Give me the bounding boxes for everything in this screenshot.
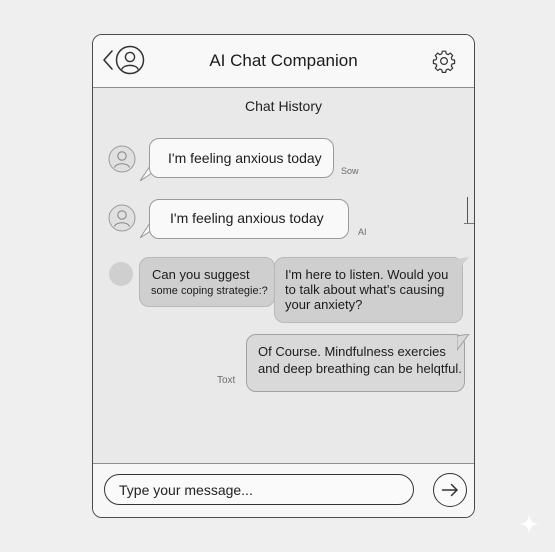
- message-bubble: I'm feeling anxious today: [149, 199, 349, 239]
- user-avatar-icon[interactable]: [115, 45, 145, 75]
- message-bubble: I'm here to listen. Would you to talk ab…: [274, 257, 463, 323]
- message-text: I'm here to listen. Would you: [285, 267, 449, 282]
- chat-history-label: Chat History: [244, 98, 323, 114]
- app-header: AI Chat Companion: [93, 35, 474, 88]
- message-text: and deep breathing can be helqtful.: [258, 361, 462, 376]
- avatar-dot: [109, 262, 133, 286]
- user-avatar-icon: [108, 145, 136, 173]
- chevron-left-icon[interactable]: [101, 49, 115, 71]
- user-avatar-icon: [108, 204, 136, 232]
- send-button[interactable]: [433, 473, 467, 507]
- bubble-tail: [457, 257, 469, 271]
- message-text: I'm feeling anxious today: [170, 210, 324, 226]
- message-text: I'm feeling anxious today: [168, 150, 322, 166]
- sparkle-icon: [519, 514, 539, 534]
- chat-window: AI Chat Companion Chat History I'm feeli…: [92, 34, 475, 518]
- message-text: your anxiety?: [285, 297, 363, 312]
- message-meta: AI: [358, 227, 367, 237]
- message-text: Can you suggest: [152, 267, 250, 282]
- message-input[interactable]: [104, 474, 414, 505]
- scrollbar[interactable]: [466, 197, 468, 223]
- screen: AI Chat Companion Chat History I'm feeli…: [0, 0, 555, 552]
- message-text: to talk about what's causing: [285, 282, 445, 297]
- message-bubble: Of Course. Mindfulness exercies and deep…: [246, 334, 465, 392]
- message-text: Of Course. Mindfulness exercies: [258, 344, 446, 359]
- message-meta: Toxt: [217, 375, 236, 386]
- message-bubble: I'm feeling anxious today: [149, 138, 334, 178]
- message-bubble: Can you suggest some coping strategie:?: [139, 257, 275, 307]
- scrollbar-tick: [464, 223, 474, 224]
- app-title: AI Chat Companion: [209, 51, 358, 70]
- composer-bar: [93, 463, 474, 517]
- bubble-tail: [457, 334, 470, 351]
- message-meta: Sow: [341, 166, 359, 176]
- message-text: some coping strategie:?: [151, 285, 268, 297]
- arrow-right-icon: [441, 483, 458, 497]
- gear-icon[interactable]: [432, 49, 456, 73]
